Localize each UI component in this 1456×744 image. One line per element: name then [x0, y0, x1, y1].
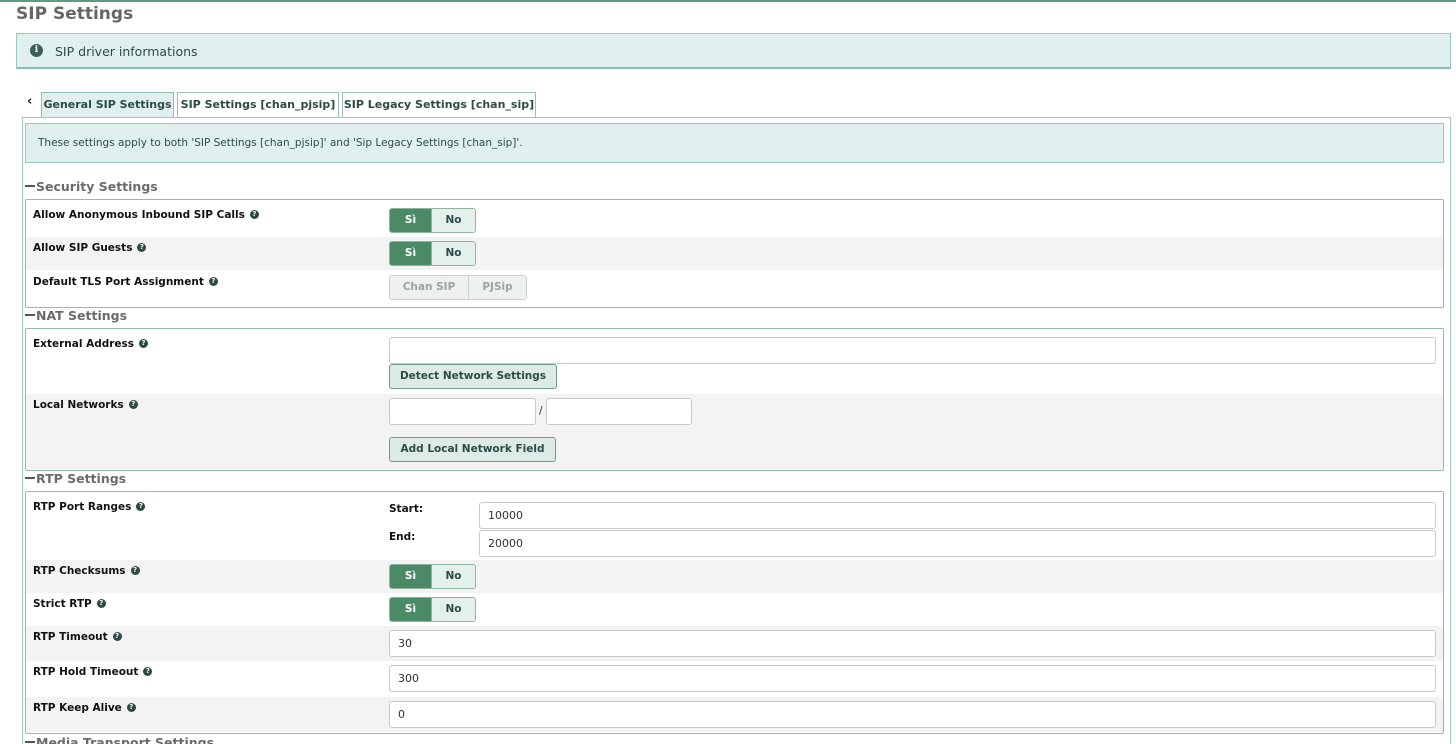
security-settings-title: Security Settings	[36, 179, 158, 194]
allow-anonymous-calls-text: Allow Anonymous Inbound SIP Calls	[33, 209, 245, 221]
external-address-label: External Address?	[33, 338, 149, 350]
rtp-hold-timeout-label: RTP Hold Timeout?	[33, 666, 153, 678]
rtp-checksums-label: RTP Checksums?	[33, 565, 140, 577]
default-tls-port-label: Default TLS Port Assignment?	[33, 276, 218, 288]
allow-sip-guests-label: Allow SIP Guests?	[33, 242, 147, 254]
local-network-mask-input[interactable]	[546, 398, 692, 425]
rtp-timeout-input[interactable]: 30	[389, 630, 1436, 657]
tls-pjsip-option[interactable]: PJSip	[468, 276, 526, 299]
strict-rtp-yes[interactable]: Sì	[390, 598, 431, 621]
tab-chan-sip-legacy[interactable]: SIP Legacy Settings [chan_sip]	[342, 92, 536, 117]
help-icon[interactable]: ?	[112, 631, 122, 641]
local-network-ip-input[interactable]	[389, 398, 536, 425]
collapse-icon	[25, 184, 35, 187]
rtp-settings-title: RTP Settings	[36, 471, 127, 486]
help-icon[interactable]: ?	[130, 565, 140, 575]
driver-info-banner[interactable]: i SIP driver informations	[16, 33, 1451, 69]
nat-settings-title: NAT Settings	[36, 308, 128, 323]
row-stripe	[26, 237, 1443, 270]
external-address-text: External Address	[33, 338, 135, 350]
help-icon[interactable]: ?	[136, 501, 146, 511]
settings-apply-note-text: These settings apply to both 'SIP Settin…	[38, 137, 523, 149]
help-icon[interactable]: ?	[208, 276, 218, 286]
help-icon[interactable]: ?	[137, 242, 147, 252]
local-networks-label: Local Networks?	[33, 399, 138, 411]
top-border	[0, 0, 1456, 2]
help-icon[interactable]: ?	[143, 666, 153, 676]
strict-rtp-label: Strict RTP?	[33, 598, 106, 610]
rtp-start-label: Start:	[389, 503, 424, 515]
allow-sip-guests-yes[interactable]: Sì	[390, 242, 431, 265]
help-icon[interactable]: ?	[128, 399, 138, 409]
help-icon[interactable]: ?	[249, 209, 259, 219]
allow-sip-guests-no[interactable]: No	[431, 242, 475, 265]
strict-rtp-text: Strict RTP	[33, 598, 92, 610]
default-tls-port-toggle: Chan SIP PJSip	[389, 275, 527, 300]
media-transport-settings-header[interactable]: Media Transport Settings	[25, 735, 214, 744]
rtp-start-port-input[interactable]: 10000	[479, 502, 1436, 529]
tab-general-sip-settings[interactable]: General SIP Settings	[41, 92, 174, 117]
local-networks-text: Local Networks	[33, 399, 124, 411]
allow-anonymous-calls-toggle: Sì No	[389, 208, 476, 233]
tab-scroll-left-icon[interactable]: ‹	[27, 94, 32, 109]
rtp-settings-header[interactable]: RTP Settings	[25, 471, 126, 486]
rtp-port-ranges-label: RTP Port Ranges?	[33, 501, 146, 513]
driver-info-text: SIP driver informations	[55, 44, 198, 59]
external-address-input[interactable]	[389, 337, 1436, 364]
settings-apply-note: These settings apply to both 'SIP Settin…	[25, 123, 1444, 163]
rtp-keep-alive-text: RTP Keep Alive	[33, 702, 122, 714]
allow-sip-guests-text: Allow SIP Guests	[33, 242, 133, 254]
strict-rtp-no[interactable]: No	[431, 598, 475, 621]
rtp-keep-alive-label: RTP Keep Alive?	[33, 702, 136, 714]
rtp-end-port-input[interactable]: 20000	[479, 530, 1436, 557]
help-icon[interactable]: ?	[126, 702, 136, 712]
row-stripe	[26, 394, 1443, 470]
rtp-keep-alive-input[interactable]: 0	[389, 701, 1436, 728]
allow-sip-guests-toggle: Sì No	[389, 241, 476, 266]
rtp-checksums-no[interactable]: No	[431, 565, 475, 588]
rtp-timeout-text: RTP Timeout	[33, 631, 108, 643]
allow-anonymous-calls-yes[interactable]: Sì	[390, 209, 431, 232]
rtp-end-label: End:	[389, 531, 416, 543]
row-stripe	[26, 560, 1443, 593]
rtp-timeout-label: RTP Timeout?	[33, 631, 122, 643]
add-local-network-field-button[interactable]: Add Local Network Field	[389, 437, 556, 462]
allow-anonymous-calls-no[interactable]: No	[431, 209, 475, 232]
help-icon[interactable]: ?	[96, 598, 106, 608]
strict-rtp-toggle: Sì No	[389, 597, 476, 622]
help-icon[interactable]: ?	[139, 338, 149, 348]
info-icon: i	[30, 44, 43, 57]
collapse-icon	[25, 740, 35, 743]
tab-chan-pjsip[interactable]: SIP Settings [chan_pjsip]	[177, 92, 339, 117]
rtp-port-ranges-text: RTP Port Ranges	[33, 501, 132, 513]
network-mask-separator: /	[539, 405, 543, 417]
detect-network-settings-button[interactable]: Detect Network Settings	[389, 364, 557, 389]
allow-anonymous-calls-label: Allow Anonymous Inbound SIP Calls?	[33, 209, 259, 221]
collapse-icon	[25, 313, 35, 316]
collapse-icon	[25, 476, 35, 479]
rtp-checksums-yes[interactable]: Sì	[390, 565, 431, 588]
rtp-hold-timeout-input[interactable]: 300	[389, 665, 1436, 692]
security-settings-header[interactable]: Security Settings	[25, 179, 158, 194]
media-transport-settings-title: Media Transport Settings	[36, 735, 215, 744]
rtp-hold-timeout-text: RTP Hold Timeout	[33, 666, 139, 678]
page-title: SIP Settings	[16, 4, 134, 24]
default-tls-port-text: Default TLS Port Assignment	[33, 276, 204, 288]
rtp-checksums-text: RTP Checksums	[33, 565, 126, 577]
rtp-checksums-toggle: Sì No	[389, 564, 476, 589]
nat-settings-header[interactable]: NAT Settings	[25, 308, 127, 323]
tls-chan-sip-option[interactable]: Chan SIP	[390, 276, 468, 299]
